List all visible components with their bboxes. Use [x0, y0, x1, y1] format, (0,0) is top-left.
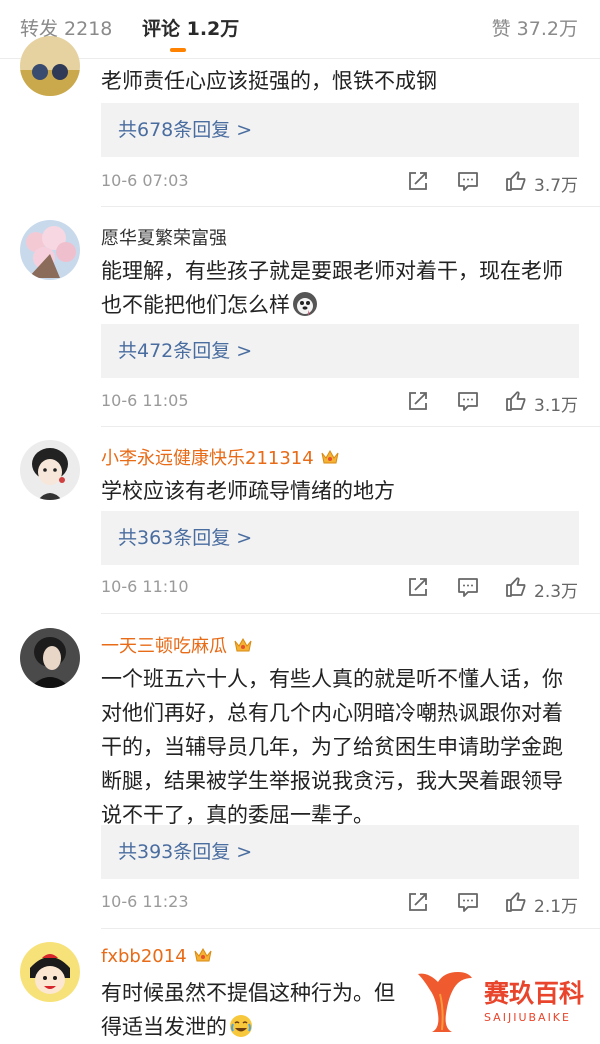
vip-crown-icon	[194, 947, 212, 962]
comment-icon[interactable]	[456, 169, 480, 193]
avatar[interactable]	[20, 440, 80, 500]
thumbs-up-icon[interactable]	[504, 169, 528, 193]
like-count: 3.7万	[534, 176, 579, 196]
comment-text-content: 能理解，有些孩子就是要跟老师对着干，现在老师也不能把他们怎么样	[101, 259, 563, 317]
comment-text: 一个班五六十人，有些人真的就是听不懂人话，你对他们再好，总有几个内心阴暗冷嘲热讽…	[101, 667, 563, 827]
comment-meta: 10-6 07:03 3.7万	[101, 169, 581, 196]
share-icon[interactable]	[406, 890, 430, 914]
vip-crown-icon	[321, 449, 339, 464]
comment-tab-bar: 转发 2218 评论 1.2万 赞 37.2万	[0, 0, 600, 59]
view-replies-link[interactable]: 共393条回复 >	[101, 825, 579, 879]
comment-time: 10-6 11:05	[101, 391, 189, 410]
comment-time: 10-6 07:03	[101, 171, 189, 190]
view-replies-link[interactable]: 共363条回复 >	[101, 511, 579, 565]
comment-meta: 10-6 11:05 3.1万	[101, 389, 581, 416]
view-replies-link[interactable]: 共472条回复 >	[101, 324, 579, 378]
comment-meta: 10-6 11:23 2.1万	[101, 890, 581, 917]
crying-laughing-emoji-icon	[230, 1015, 252, 1037]
thumbs-up-icon[interactable]	[504, 575, 528, 599]
view-replies-link[interactable]: 共678条回复 >	[101, 103, 579, 157]
avatar[interactable]	[20, 942, 80, 1002]
watermark-subtitle: SAIJIUBAIKE	[484, 1011, 571, 1024]
comment-icon[interactable]	[456, 389, 480, 413]
share-icon[interactable]	[406, 169, 430, 193]
divider	[101, 206, 600, 207]
thumbs-up-icon[interactable]	[504, 389, 528, 413]
comment-text: 学校应该有老师疏导情绪的地方	[101, 479, 395, 503]
share-icon[interactable]	[406, 389, 430, 413]
whale-tail-logo-icon	[418, 972, 472, 1032]
comment-username[interactable]: 一天三顿吃麻瓜	[101, 632, 253, 658]
comment-meta: 10-6 11:10 2.3万	[101, 575, 581, 602]
comment-text: 有时候虽然不提倡这种行为。但得适当发泄的	[101, 976, 411, 1044]
vip-crown-icon	[234, 637, 252, 652]
tab-comments[interactable]: 评论 1.2万	[142, 14, 239, 41]
comment-icon[interactable]	[456, 575, 480, 599]
thumbs-up-icon[interactable]	[504, 890, 528, 914]
watermark: 赛玖百科 SAIJIUBAIKE	[412, 964, 600, 1034]
comment-text: 能理解，有些孩子就是要跟老师对着干，现在老师也不能把他们怎么样	[101, 254, 581, 322]
tab-likes[interactable]: 赞 37.2万	[492, 14, 578, 41]
comment-text: 老师责任心应该挺强的，恨铁不成钢	[101, 69, 437, 93]
comment-time: 10-6 11:23	[101, 892, 189, 911]
like-count: 2.1万	[534, 897, 579, 917]
divider	[101, 928, 600, 929]
like-count: 2.3万	[534, 582, 579, 602]
comment-time: 10-6 11:10	[101, 577, 189, 596]
share-icon[interactable]	[406, 575, 430, 599]
comment-icon[interactable]	[456, 890, 480, 914]
comment-username[interactable]: 小李永远健康快乐211314	[101, 444, 340, 470]
dog-face-emoji-icon	[293, 292, 317, 316]
comment-username-text: 小李永远健康快乐211314	[101, 448, 314, 469]
divider	[101, 613, 600, 614]
comment-username-text: 一天三顿吃麻瓜	[101, 636, 227, 657]
comment-username[interactable]: 愿华夏繁荣富强	[101, 224, 227, 250]
like-count: 3.1万	[534, 396, 579, 416]
avatar[interactable]	[20, 36, 80, 96]
tab-repost[interactable]: 转发 2218	[20, 14, 112, 41]
watermark-title: 赛玖百科	[484, 979, 585, 1008]
divider	[101, 426, 600, 427]
active-tab-indicator	[170, 48, 186, 52]
avatar[interactable]	[20, 628, 80, 688]
avatar[interactable]	[20, 220, 80, 280]
comment-username-text: fxbb2014	[101, 946, 187, 967]
comment-username[interactable]: fxbb2014	[101, 946, 213, 967]
